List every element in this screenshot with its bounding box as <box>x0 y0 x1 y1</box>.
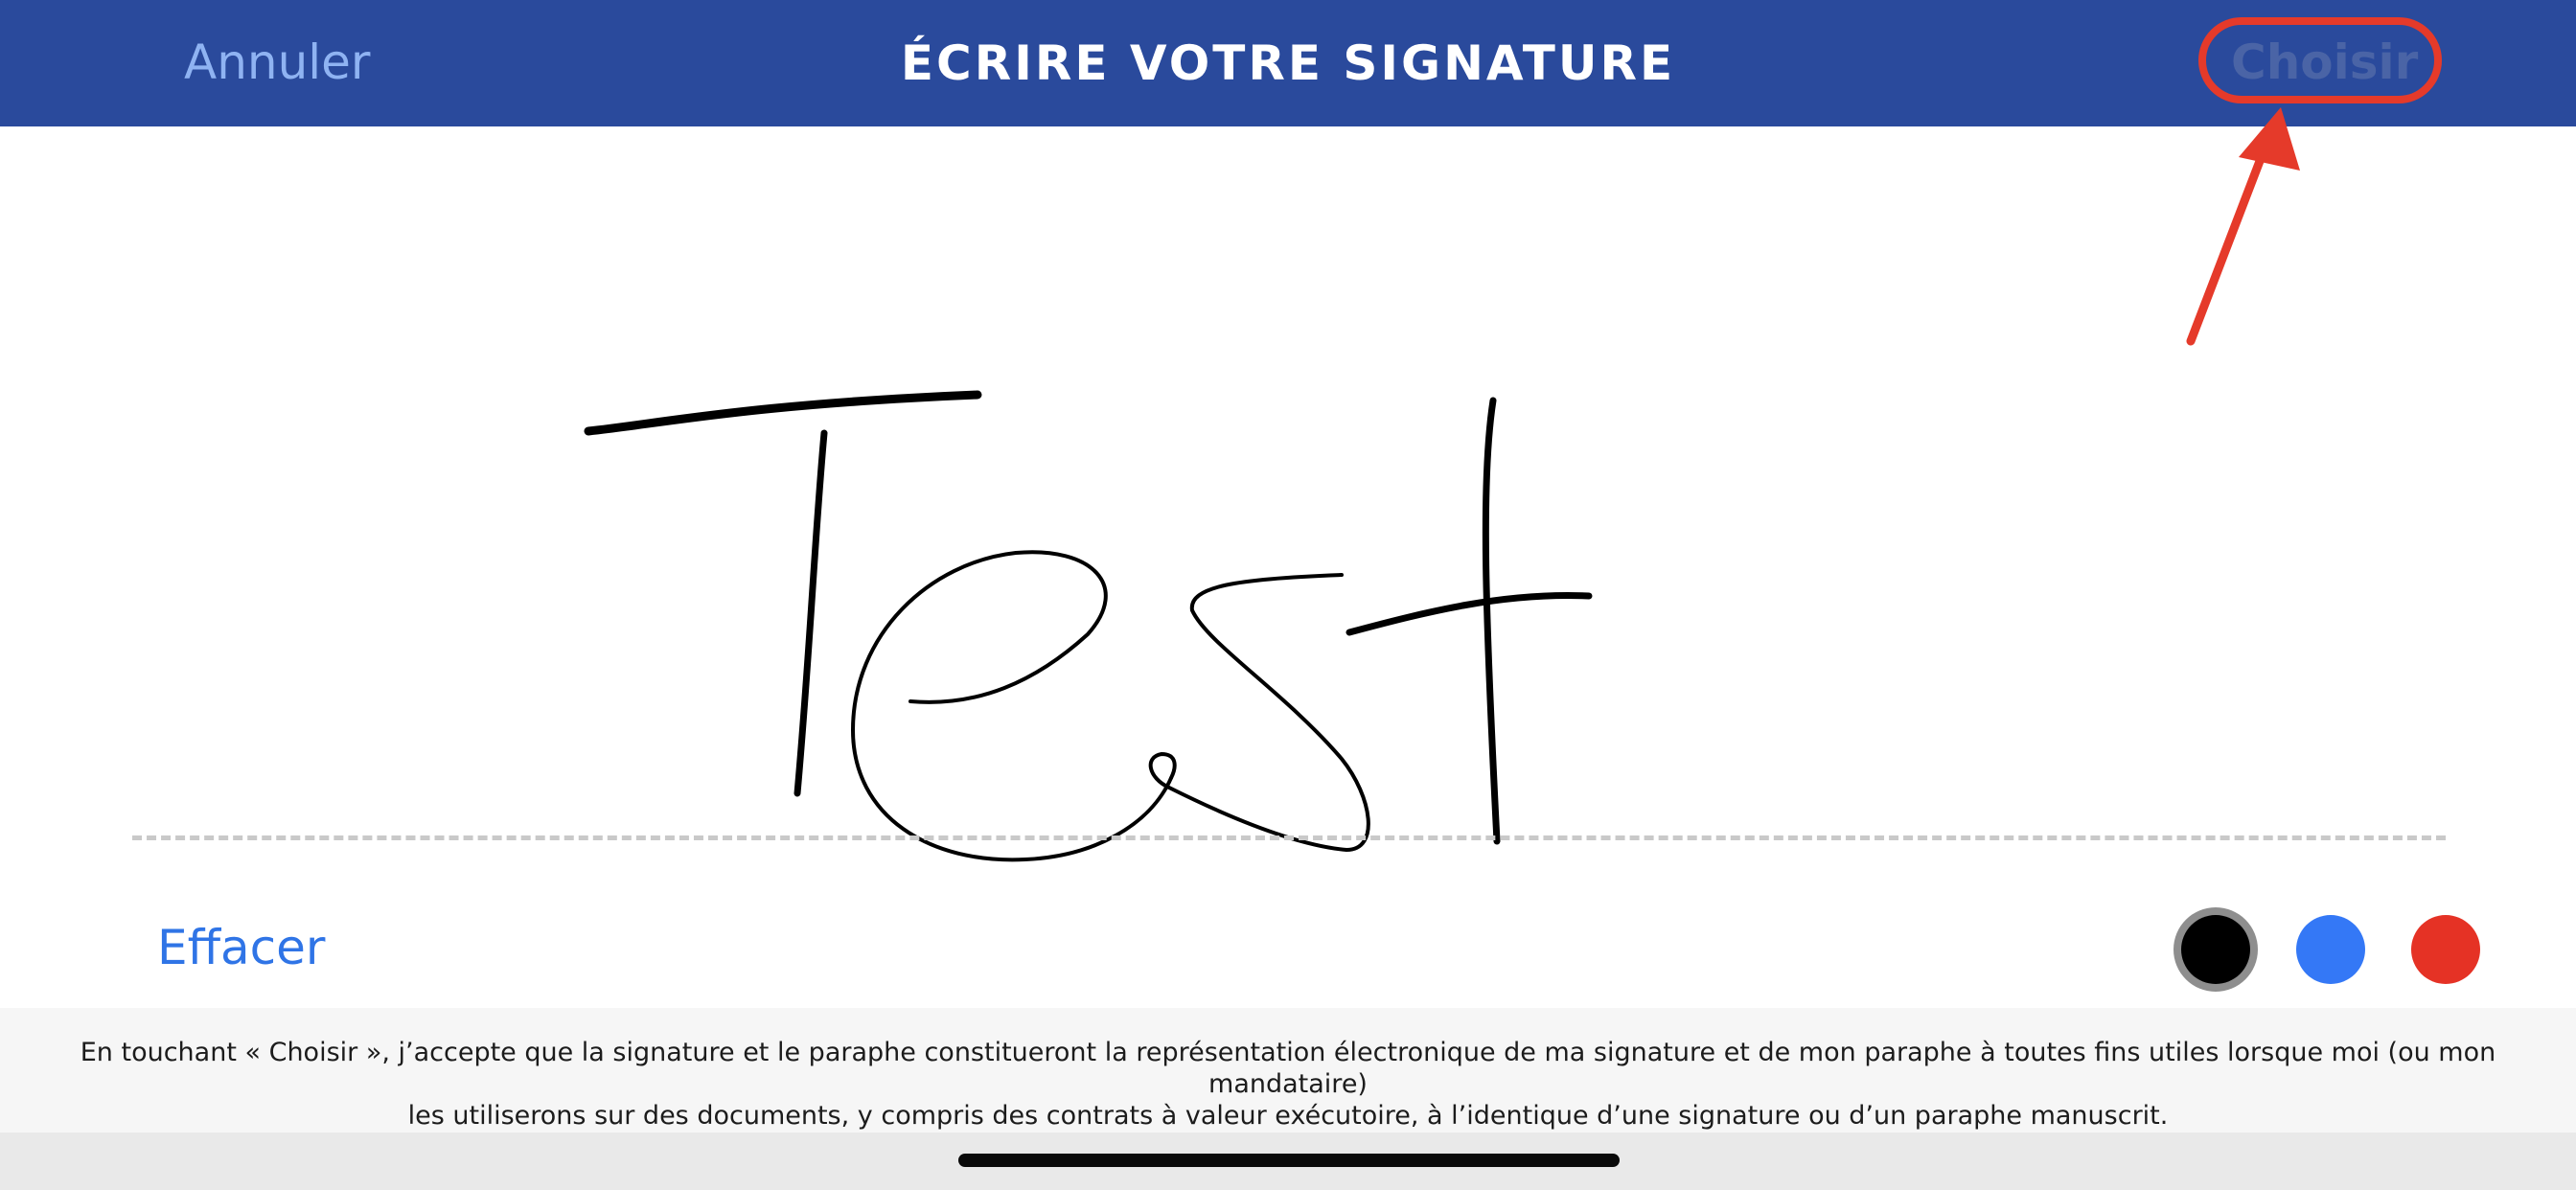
signature-pad[interactable] <box>0 126 2576 1008</box>
color-swatch-red[interactable] <box>2411 915 2480 984</box>
legal-disclaimer: En touchant « Choisir », j’accepte que l… <box>0 1008 2576 1133</box>
signature-baseline <box>132 835 2446 840</box>
page-title: ÉCRIRE VOTRE SIGNATURE <box>900 35 1676 91</box>
home-indicator[interactable] <box>958 1154 1620 1167</box>
home-indicator-area <box>0 1133 2576 1190</box>
legal-text: En touchant « Choisir », j’accepte que l… <box>0 1037 2576 1132</box>
legal-text-line-2: les utiliserons sur des documents, y com… <box>407 1101 2169 1131</box>
color-swatch-blue[interactable] <box>2296 915 2365 984</box>
annotation-highlight-ring <box>2198 17 2442 103</box>
signature-stroke <box>584 390 1593 862</box>
color-swatch-black[interactable] <box>2181 915 2250 984</box>
clear-button[interactable]: Effacer <box>157 916 326 979</box>
signature-screen: Annuler ÉCRIRE VOTRE SIGNATURE Choisir E… <box>0 0 2576 1190</box>
legal-text-line-1: En touchant « Choisir », j’accepte que l… <box>80 1038 2496 1099</box>
